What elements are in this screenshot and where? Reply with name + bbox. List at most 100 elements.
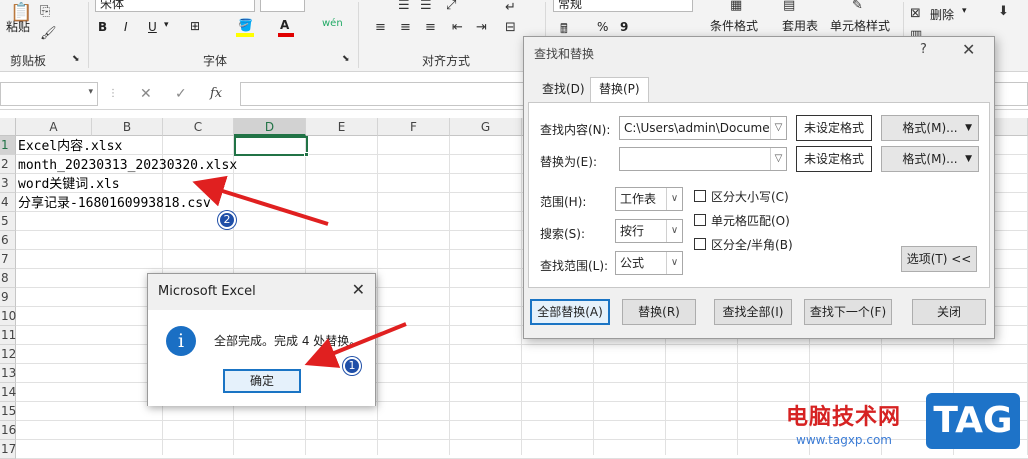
- chevron-down-icon[interactable]: ▼: [965, 116, 972, 140]
- replace-format-button[interactable]: 格式(M)... ▼: [881, 146, 979, 172]
- tab-replace[interactable]: 替换(P): [590, 77, 649, 103]
- chevron-down-icon[interactable]: ▼: [965, 147, 972, 171]
- align-top-icon[interactable]: ☰: [398, 0, 410, 13]
- row-header[interactable]: 10: [0, 307, 16, 326]
- row-header[interactable]: 6: [0, 231, 16, 250]
- row-header[interactable]: 16: [0, 421, 16, 440]
- font-size-field[interactable]: [260, 0, 305, 12]
- align-left-icon[interactable]: ≡: [375, 20, 386, 35]
- cell-style-button[interactable]: 单元格样式: [830, 17, 890, 34]
- fill-color-icon[interactable]: 🪣: [238, 18, 253, 32]
- row-header[interactable]: 11: [0, 326, 16, 345]
- delete-dropdown-icon[interactable]: ▾: [962, 6, 967, 16]
- replace-all-button[interactable]: 全部替换(A): [530, 299, 610, 325]
- row-header[interactable]: 14: [0, 383, 16, 402]
- border-icon[interactable]: ⊞: [190, 19, 200, 33]
- table-format-button[interactable]: 套用表格格式: [782, 17, 818, 34]
- underline-icon[interactable]: U: [148, 20, 157, 34]
- look-in-select[interactable]: 公式 ∨: [615, 251, 683, 275]
- name-box[interactable]: ▾: [0, 82, 98, 106]
- fill-handle[interactable]: [304, 152, 309, 157]
- column-header[interactable]: B: [92, 118, 163, 136]
- chevron-down-icon[interactable]: ∨: [666, 252, 682, 274]
- cell-style-icon[interactable]: ✎: [852, 0, 863, 13]
- help-button[interactable]: ?: [920, 42, 927, 57]
- close-button[interactable]: 关闭: [912, 299, 986, 325]
- paste-button[interactable]: 粘贴: [6, 18, 30, 35]
- row-header[interactable]: 15: [0, 402, 16, 421]
- column-header[interactable]: A: [16, 118, 92, 136]
- wrap-text-icon[interactable]: ↵: [505, 0, 516, 15]
- phonetic-icon[interactable]: wén: [322, 18, 343, 29]
- format-painter-icon[interactable]: 🖌: [40, 26, 57, 41]
- row-header[interactable]: 5: [0, 212, 16, 231]
- enter-icon[interactable]: ✓: [175, 86, 187, 102]
- row-header[interactable]: 1: [0, 136, 16, 155]
- comma-style-icon[interactable]: 9: [620, 20, 628, 34]
- align-center-icon[interactable]: ≡: [400, 20, 411, 35]
- delete-button[interactable]: 删除: [930, 6, 954, 23]
- cancel-icon[interactable]: ✕: [140, 86, 152, 102]
- find-what-input[interactable]: C:\Users\admin\Documen ▽: [619, 116, 787, 140]
- cell-A2[interactable]: month_20230313_20230320.xlsx: [18, 156, 237, 175]
- font-name-field[interactable]: 宋体: [95, 0, 255, 12]
- conditional-format-button[interactable]: 条件格式: [710, 17, 758, 34]
- row-header[interactable]: 13: [0, 364, 16, 383]
- replace-with-input[interactable]: ▽: [619, 147, 787, 171]
- row-header[interactable]: 7: [0, 250, 16, 269]
- italic-icon[interactable]: I: [124, 20, 128, 34]
- bold-icon[interactable]: B: [98, 20, 107, 34]
- font-color-icon[interactable]: A: [280, 18, 289, 32]
- scope-select[interactable]: 工作表 ∨: [615, 187, 683, 211]
- font-dialog-launcher-icon[interactable]: ⬊: [342, 54, 350, 64]
- search-select[interactable]: 按行 ∨: [615, 219, 683, 243]
- copy-icon[interactable]: ⎘: [40, 4, 50, 19]
- column-header[interactable]: G: [450, 118, 522, 136]
- chevron-down-icon[interactable]: ▽: [770, 148, 786, 170]
- number-format-field[interactable]: 常规: [553, 0, 693, 12]
- orientation-icon[interactable]: ⤢: [446, 0, 456, 13]
- tab-find[interactable]: 查找(D): [534, 78, 593, 102]
- match-case-checkbox[interactable]: [694, 190, 706, 202]
- close-icon[interactable]: ✕: [962, 40, 975, 59]
- fill-down-icon[interactable]: ⬇: [998, 4, 1009, 19]
- dialog-launcher-icon[interactable]: ⬊: [72, 54, 80, 64]
- row-header[interactable]: 9: [0, 288, 16, 307]
- active-cell-D1[interactable]: [234, 136, 308, 156]
- column-header[interactable]: E: [306, 118, 378, 136]
- percent-icon[interactable]: %: [597, 20, 608, 34]
- conditional-format-icon[interactable]: ▦: [730, 0, 742, 13]
- find-next-button[interactable]: 查找下一个(F): [804, 299, 892, 325]
- insert-function-icon[interactable]: fx: [210, 86, 222, 101]
- column-header[interactable]: C: [163, 118, 234, 136]
- options-button[interactable]: 选项(T) <<: [901, 246, 977, 272]
- select-all-corner[interactable]: [0, 118, 16, 136]
- indent-decrease-icon[interactable]: ⇤: [452, 20, 463, 35]
- chevron-down-icon[interactable]: ∨: [666, 188, 682, 210]
- column-header[interactable]: D: [234, 118, 306, 136]
- merge-center-icon[interactable]: ⊟: [505, 20, 516, 35]
- row-header[interactable]: 17: [0, 440, 16, 459]
- align-right-icon[interactable]: ≡: [425, 20, 436, 35]
- find-all-button[interactable]: 查找全部(I): [714, 299, 792, 325]
- ok-button[interactable]: 确定: [223, 369, 301, 393]
- table-format-icon[interactable]: ▤: [783, 0, 795, 13]
- row-header[interactable]: 3: [0, 174, 16, 193]
- cell-A1[interactable]: Excel内容.xlsx: [18, 137, 122, 156]
- align-middle-icon[interactable]: ☰: [420, 0, 432, 13]
- row-header[interactable]: 8: [0, 269, 16, 288]
- match-width-checkbox[interactable]: [694, 238, 706, 250]
- underline-dropdown-icon[interactable]: ▾: [164, 20, 169, 30]
- replace-button[interactable]: 替换(R): [622, 299, 696, 325]
- close-icon[interactable]: ✕: [352, 280, 365, 299]
- find-format-button[interactable]: 格式(M)... ▼: [881, 115, 979, 141]
- column-header[interactable]: F: [378, 118, 450, 136]
- row-header[interactable]: 2: [0, 155, 16, 174]
- cell-A4[interactable]: 分享记录-1680160993818.csv: [18, 194, 211, 213]
- match-cell-checkbox[interactable]: [694, 214, 706, 226]
- name-box-dropdown-icon[interactable]: ▾: [88, 87, 93, 97]
- chevron-down-icon[interactable]: ▽: [770, 117, 786, 139]
- row-header[interactable]: 4: [0, 193, 16, 212]
- delete-cells-icon[interactable]: ⊠: [910, 6, 921, 21]
- cell-A3[interactable]: word关键词.xls: [18, 175, 120, 194]
